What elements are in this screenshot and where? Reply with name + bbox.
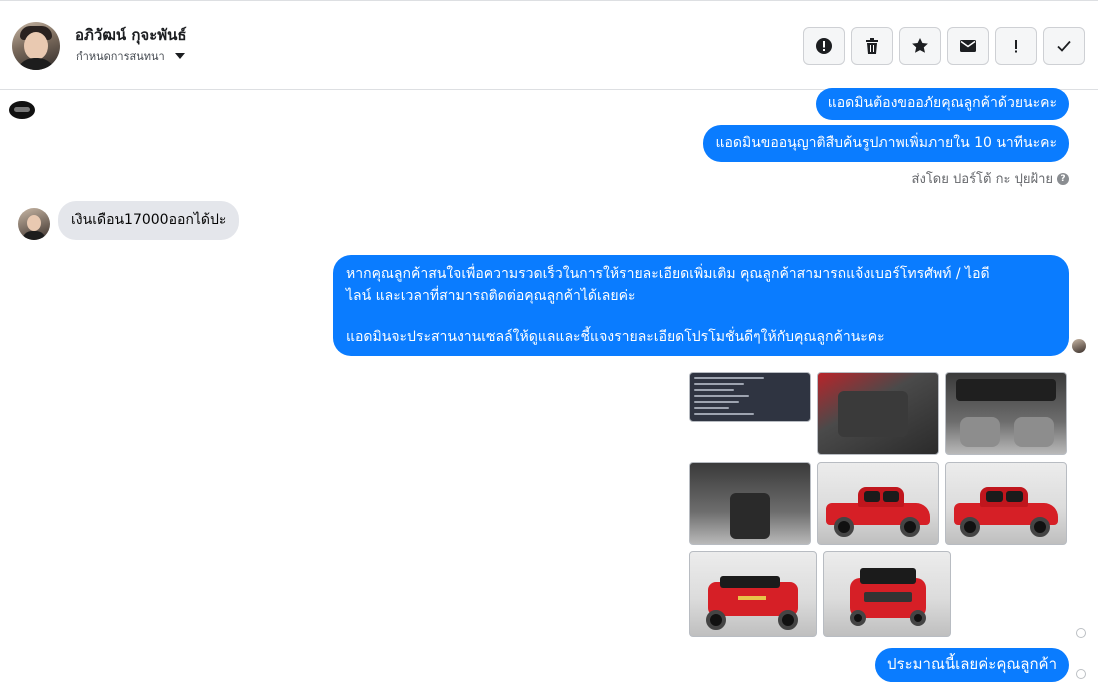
message-line: ไลน์ และเวลาที่สามารถติดต่อคุณลูกค้าได้เ… <box>346 288 636 304</box>
message-line: แอดมินจะประสานงานเซลล์ให้ดูแลและชี้แจงรา… <box>346 329 885 345</box>
photo-spec-sheet[interactable] <box>689 372 811 422</box>
delivered-check-icon <box>1076 628 1086 638</box>
message-outgoing[interactable]: แอดมินต้องขออภัยคุณลูกค้าด้วยนะคะ <box>815 88 1069 120</box>
mark-unread-button[interactable] <box>947 27 989 65</box>
assign-conversation-dropdown[interactable]: กำหนดการสนทนา <box>76 47 185 65</box>
trash-icon <box>866 38 878 54</box>
sent-by-text: ส่งโดย ปอร์โต้ กะ ปุยฝ้าย <box>911 172 1053 187</box>
delivered-check-icon <box>1076 669 1086 679</box>
caret-down-icon <box>174 53 185 59</box>
help-icon[interactable]: ? <box>1057 172 1069 185</box>
photo-door-interior[interactable] <box>817 372 939 455</box>
contact-name[interactable]: อภิวัฒน์ กุจะพันธ์ <box>75 23 187 47</box>
exclamation-icon <box>1015 40 1017 53</box>
photo-red-pickup-rear[interactable] <box>689 551 817 637</box>
message-outgoing[interactable]: หากคุณลูกค้าสนใจเพื่อความรวดเร็วในการให้… <box>333 255 1069 356</box>
message-outgoing[interactable]: ประมาณนี้เลยค่ะคุณลูกค้า <box>875 648 1069 682</box>
page-logo-icon <box>9 101 35 119</box>
mark-done-button[interactable] <box>1043 27 1085 65</box>
message-incoming[interactable]: เงินเดือน17000ออกได้ปะ <box>58 201 240 240</box>
assign-label: กำหนดการสนทนา <box>76 50 165 63</box>
conversation-header: อภิวัฒน์ กุจะพันธ์ กำหนดการสนทนา <box>0 0 1098 90</box>
read-receipt-avatar <box>1072 339 1086 353</box>
message-outgoing[interactable]: แอดมินขออนุญาติสืบค้นรูปภาพเพิ่มภายใน 10… <box>703 125 1069 162</box>
contact-avatar[interactable] <box>12 22 60 70</box>
contact-avatar-small <box>18 208 50 240</box>
envelope-icon <box>960 40 976 52</box>
check-icon <box>1057 40 1071 52</box>
photo-gear-console[interactable] <box>689 462 811 545</box>
photo-red-pickup-side[interactable] <box>945 462 1067 545</box>
photo-red-pickup-front[interactable] <box>823 551 951 637</box>
toolbar <box>803 27 1085 65</box>
mark-spam-button[interactable] <box>803 27 845 65</box>
star-icon <box>912 38 928 53</box>
alert-circle-icon <box>816 38 832 54</box>
delete-button[interactable] <box>851 27 893 65</box>
follow-up-button[interactable] <box>995 27 1037 65</box>
message-line: หากคุณลูกค้าสนใจเพื่อความรวดเร็วในการให้… <box>346 266 990 282</box>
star-button[interactable] <box>899 27 941 65</box>
sent-by-label: ส่งโดย ปอร์โต้ กะ ปุยฝ้าย ? <box>912 168 1069 189</box>
photo-red-pickup-front-side[interactable] <box>817 462 939 545</box>
photo-dashboard[interactable] <box>945 372 1067 455</box>
